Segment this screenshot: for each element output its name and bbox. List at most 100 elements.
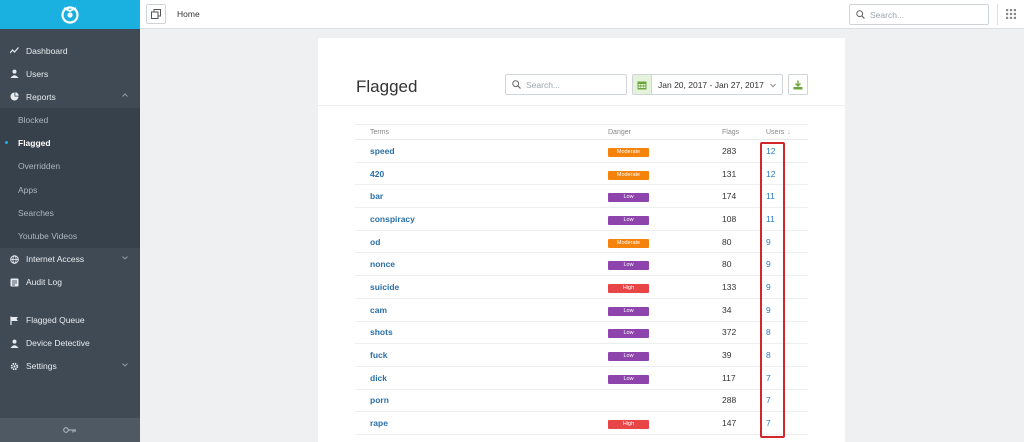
sidebar-subitem-apps[interactable]: Apps: [0, 178, 140, 201]
table-row: conspiracy Low 108 11: [355, 208, 808, 231]
brand-logo[interactable]: [0, 0, 140, 29]
term-link[interactable]: od: [355, 237, 608, 247]
sidebar-item-label: Audit Log: [26, 277, 62, 288]
flags-count: 80: [722, 236, 732, 247]
users-count-link[interactable]: 9: [766, 259, 808, 269]
term-link[interactable]: fuck: [355, 350, 608, 360]
apps-grid-icon[interactable]: [1006, 9, 1016, 19]
chevron-down-icon: [122, 255, 128, 260]
sidebar-item-reports[interactable]: Reports: [0, 85, 140, 108]
header-flags[interactable]: Flags: [722, 129, 766, 136]
danger-cell: Low: [608, 304, 722, 316]
users-count-link[interactable]: 12: [766, 146, 808, 156]
term-link[interactable]: suicide: [355, 282, 608, 292]
flags-count: 117: [722, 372, 736, 383]
table-header-row: Terms Danger Flags Users ↓: [355, 124, 808, 140]
sidebar-item-audit-log[interactable]: Audit Log: [0, 271, 140, 294]
danger-badge: High: [608, 420, 649, 430]
users-count-link[interactable]: 11: [766, 214, 808, 224]
term-link[interactable]: speed: [355, 146, 608, 156]
sidebar-item-flagged-queue[interactable]: Flagged Queue: [0, 309, 140, 332]
flags-count: 174: [722, 191, 737, 202]
sidebar-item-dashboard[interactable]: Dashboard: [0, 39, 140, 62]
flag-icon: [10, 316, 19, 325]
term-link[interactable]: cam: [355, 305, 608, 315]
page-title: Flagged: [356, 77, 418, 96]
table-body: speed Moderate 283 12 420 Moderate 131 12 bar Low…: [355, 140, 808, 435]
breadcrumb-home[interactable]: Home: [177, 9, 200, 19]
chevron-down-icon: [122, 362, 128, 367]
sidebar-subitem-overridden[interactable]: Overridden: [0, 155, 140, 178]
danger-cell: Low: [608, 326, 722, 339]
sidebar-item-device-detective[interactable]: Device Detective: [0, 332, 140, 355]
copy-icon: [151, 9, 161, 19]
global-search-box[interactable]: [849, 4, 989, 25]
sidebar-subitem-youtube-videos[interactable]: Youtube Videos: [0, 224, 140, 247]
term-link[interactable]: shots: [355, 327, 608, 337]
users-count-link[interactable]: 8: [766, 350, 808, 360]
sidebar-item-users[interactable]: Users: [0, 62, 140, 85]
search-icon: [512, 80, 521, 89]
flags-count: 39: [722, 350, 732, 361]
term-link[interactable]: bar: [355, 191, 608, 201]
sidebar: Dashboard Users Reports Blocked Flagged …: [0, 0, 140, 442]
pie-chart-icon: [10, 92, 19, 101]
danger-badge: Low: [608, 215, 649, 225]
sidebar-item-label: Device Detective: [26, 338, 90, 349]
danger-cell: Moderate: [608, 236, 722, 248]
users-count-link[interactable]: 7: [766, 373, 808, 383]
danger-cell: Moderate: [608, 168, 722, 180]
chevron-down-icon: [770, 83, 776, 88]
user-icon: [10, 339, 19, 348]
header-danger[interactable]: Danger: [608, 129, 722, 136]
search-icon: [856, 10, 865, 19]
reports-submenu: Blocked Flagged Overridden Apps Searches…: [0, 108, 140, 248]
flagged-terms-table: Terms Danger Flags Users ↓ speed Moderate 2…: [355, 124, 808, 435]
users-count-link[interactable]: 8: [766, 327, 808, 337]
term-link[interactable]: conspiracy: [355, 214, 608, 224]
users-count-link[interactable]: 9: [766, 282, 808, 292]
users-count-link[interactable]: 12: [766, 169, 808, 179]
users-count-link[interactable]: 11: [766, 191, 808, 201]
user-icon: [10, 69, 19, 78]
sidebar-item-settings[interactable]: Settings: [0, 355, 140, 378]
danger-cell: Moderate: [608, 145, 722, 157]
sidebar-item-label: Internet Access: [26, 254, 85, 265]
table-row: 420 Moderate 131 12: [355, 163, 808, 186]
sidebar-subitem-searches[interactable]: Searches: [0, 201, 140, 224]
danger-badge: Moderate: [608, 170, 649, 180]
danger-badge: Low: [608, 261, 649, 271]
danger-cell: Low: [608, 349, 722, 362]
date-range-value: Jan 20, 2017 - Jan 27, 2017: [658, 79, 764, 90]
flags-count: 108: [722, 213, 737, 224]
term-link[interactable]: porn: [355, 395, 608, 405]
sidebar-item-internet-access[interactable]: Internet Access: [0, 248, 140, 271]
danger-badge: Low: [608, 306, 649, 316]
users-count-link[interactable]: 9: [766, 305, 808, 315]
flags-count: 80: [722, 259, 732, 270]
term-link[interactable]: 420: [355, 169, 608, 179]
top-bar: Home: [140, 0, 1024, 29]
sidebar-subitem-flagged[interactable]: Flagged: [0, 131, 140, 154]
export-button[interactable]: [788, 74, 808, 95]
table-row: fuck Low 39 8: [355, 344, 808, 367]
term-link[interactable]: rape: [355, 418, 608, 428]
download-icon: [793, 80, 803, 89]
global-search-input[interactable]: [870, 9, 980, 20]
report-search-input[interactable]: [526, 79, 621, 90]
users-count-link[interactable]: 7: [766, 395, 808, 405]
users-count-link[interactable]: 9: [766, 237, 808, 247]
sidebar-collapse-button[interactable]: [0, 418, 140, 442]
term-link[interactable]: dick: [355, 373, 608, 383]
sidebar-subitem-blocked[interactable]: Blocked: [0, 108, 140, 131]
header-terms[interactable]: Terms: [355, 129, 608, 136]
flags-count: 372: [722, 327, 737, 338]
header-users[interactable]: Users ↓: [766, 129, 808, 136]
users-count-link[interactable]: 7: [766, 418, 808, 428]
date-range-picker[interactable]: Jan 20, 2017 - Jan 27, 2017: [632, 74, 783, 95]
gear-icon: [10, 362, 19, 371]
report-search-box[interactable]: [505, 74, 627, 95]
window-toggle-button[interactable]: [146, 4, 166, 24]
term-link[interactable]: nonce: [355, 259, 608, 269]
danger-badge: Moderate: [608, 238, 649, 248]
